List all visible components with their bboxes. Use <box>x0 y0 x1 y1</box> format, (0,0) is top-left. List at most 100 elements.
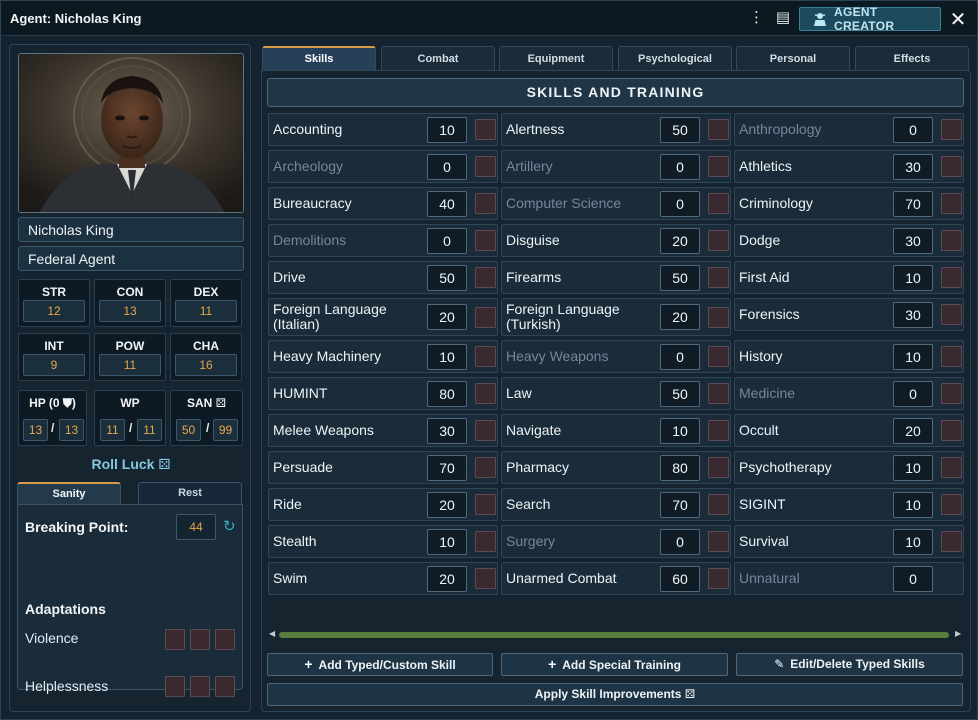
skill-value[interactable]: 20 <box>427 492 467 518</box>
skill-improve-checkbox[interactable] <box>941 420 962 441</box>
skill-improve-checkbox[interactable] <box>475 531 496 552</box>
skill-improve-checkbox[interactable] <box>475 267 496 288</box>
skill-name[interactable]: Search <box>506 489 656 520</box>
skill-name[interactable]: Navigate <box>506 415 656 446</box>
skill-improve-checkbox[interactable] <box>708 267 729 288</box>
skill-value[interactable]: 80 <box>427 381 467 407</box>
skill-value[interactable]: 30 <box>893 302 933 328</box>
skill-improve-checkbox[interactable] <box>708 494 729 515</box>
skill-name[interactable]: Drive <box>273 262 423 293</box>
kebab-menu-icon[interactable]: ⋮ <box>749 9 764 27</box>
skill-improve-checkbox[interactable] <box>708 230 729 251</box>
violence-checkbox-3[interactable] <box>215 629 235 650</box>
skill-value[interactable]: 0 <box>660 344 700 370</box>
skill-improve-checkbox[interactable] <box>708 307 729 328</box>
skill-improve-checkbox[interactable] <box>475 457 496 478</box>
hp-max[interactable]: 13 <box>59 419 84 441</box>
skill-value[interactable]: 0 <box>660 191 700 217</box>
scroll-right-icon[interactable]: ▶ <box>955 629 961 638</box>
helplessness-checkbox-2[interactable] <box>190 676 210 697</box>
skill-name[interactable]: Medicine <box>739 378 889 409</box>
skill-improve-checkbox[interactable] <box>475 119 496 140</box>
helplessness-checkbox-1[interactable] <box>165 676 185 697</box>
skill-name[interactable]: Swim <box>273 563 423 594</box>
skill-value[interactable]: 30 <box>427 418 467 444</box>
skill-improve-checkbox[interactable] <box>708 156 729 177</box>
skill-name[interactable]: Accounting <box>273 114 423 145</box>
tab-rest[interactable]: Rest <box>138 482 242 504</box>
skill-improve-checkbox[interactable] <box>708 346 729 367</box>
stat-value[interactable]: 11 <box>99 354 161 376</box>
skill-value[interactable]: 20 <box>660 228 700 254</box>
skill-improve-checkbox[interactable] <box>941 267 962 288</box>
skill-value[interactable]: 0 <box>660 529 700 555</box>
skill-value[interactable]: 20 <box>893 418 933 444</box>
skill-name[interactable]: History <box>739 341 889 372</box>
skill-value[interactable]: 70 <box>660 492 700 518</box>
character-sheet-icon[interactable]: ▤ <box>775 9 791 27</box>
skill-value[interactable]: 50 <box>660 381 700 407</box>
skill-improve-checkbox[interactable] <box>941 457 962 478</box>
skill-name[interactable]: Persuade <box>273 452 423 483</box>
skill-value[interactable]: 60 <box>660 566 700 592</box>
skill-value[interactable]: 10 <box>893 529 933 555</box>
skill-name[interactable]: First Aid <box>739 262 889 293</box>
skill-name[interactable]: Law <box>506 378 656 409</box>
skill-improve-checkbox[interactable] <box>475 494 496 515</box>
skill-name[interactable]: Disguise <box>506 225 656 256</box>
skill-improve-checkbox[interactable] <box>475 383 496 404</box>
skill-value[interactable]: 10 <box>427 529 467 555</box>
stat-value[interactable]: 9 <box>23 354 85 376</box>
add-typed-skill-button[interactable]: + Add Typed/Custom Skill <box>267 653 493 676</box>
skill-name[interactable]: SIGINT <box>739 489 889 520</box>
skill-name[interactable]: Stealth <box>273 526 423 557</box>
stat-value[interactable]: 12 <box>23 300 85 322</box>
skill-name[interactable]: Criminology <box>739 188 889 219</box>
skill-value[interactable]: 0 <box>427 228 467 254</box>
skill-value[interactable]: 50 <box>427 265 467 291</box>
agent-profession-field[interactable]: Federal Agent <box>18 246 244 271</box>
skill-name[interactable]: Athletics <box>739 151 889 182</box>
skill-name[interactable]: Melee Weapons <box>273 415 423 446</box>
skill-improve-checkbox[interactable] <box>708 457 729 478</box>
tab-personal[interactable]: Personal <box>736 46 850 70</box>
skill-value[interactable]: 10 <box>427 117 467 143</box>
wp-current[interactable]: 11 <box>100 419 125 441</box>
tab-equipment[interactable]: Equipment <box>499 46 613 70</box>
add-special-training-button[interactable]: + Add Special Training <box>501 653 728 676</box>
skill-improve-checkbox[interactable] <box>475 307 496 328</box>
skill-improve-checkbox[interactable] <box>708 383 729 404</box>
tab-effects[interactable]: Effects <box>855 46 969 70</box>
skill-value[interactable]: 10 <box>427 344 467 370</box>
skill-name[interactable]: Unarmed Combat <box>506 563 656 594</box>
skill-improve-checkbox[interactable] <box>708 119 729 140</box>
horizontal-scrollbar[interactable] <box>279 632 949 638</box>
skill-name[interactable]: Surgery <box>506 526 656 557</box>
stat-value[interactable]: 13 <box>99 300 161 322</box>
skill-improve-checkbox[interactable] <box>475 420 496 441</box>
skill-improve-checkbox[interactable] <box>941 119 962 140</box>
stat-value[interactable]: 11 <box>175 300 237 322</box>
skill-improve-checkbox[interactable] <box>475 193 496 214</box>
agent-portrait[interactable] <box>18 53 244 213</box>
skill-value[interactable]: 50 <box>660 117 700 143</box>
skill-value[interactable]: 10 <box>893 344 933 370</box>
tab-sanity[interactable]: Sanity <box>17 482 121 504</box>
skill-name[interactable]: Forensics <box>739 299 889 330</box>
skill-value[interactable]: 10 <box>893 265 933 291</box>
skill-value[interactable]: 70 <box>427 455 467 481</box>
skill-improve-checkbox[interactable] <box>708 420 729 441</box>
close-icon[interactable]: ✕ <box>949 7 967 32</box>
skill-name[interactable]: HUMINT <box>273 378 423 409</box>
agent-creator-button[interactable]: AGENT CREATOR <box>799 5 941 33</box>
agent-name-field[interactable]: Nicholas King <box>18 217 244 242</box>
skill-value[interactable]: 20 <box>427 566 467 592</box>
skill-improve-checkbox[interactable] <box>708 193 729 214</box>
skill-name[interactable]: Artillery <box>506 151 656 182</box>
san-label[interactable]: SAN ⚄ <box>171 396 242 410</box>
roll-luck-button[interactable]: Roll Luck ⚄ <box>10 456 252 473</box>
skill-value[interactable]: 10 <box>893 455 933 481</box>
skill-name[interactable]: Foreign Language (Turkish) <box>506 299 656 335</box>
skill-value[interactable]: 30 <box>893 154 933 180</box>
skill-name[interactable]: Pharmacy <box>506 452 656 483</box>
